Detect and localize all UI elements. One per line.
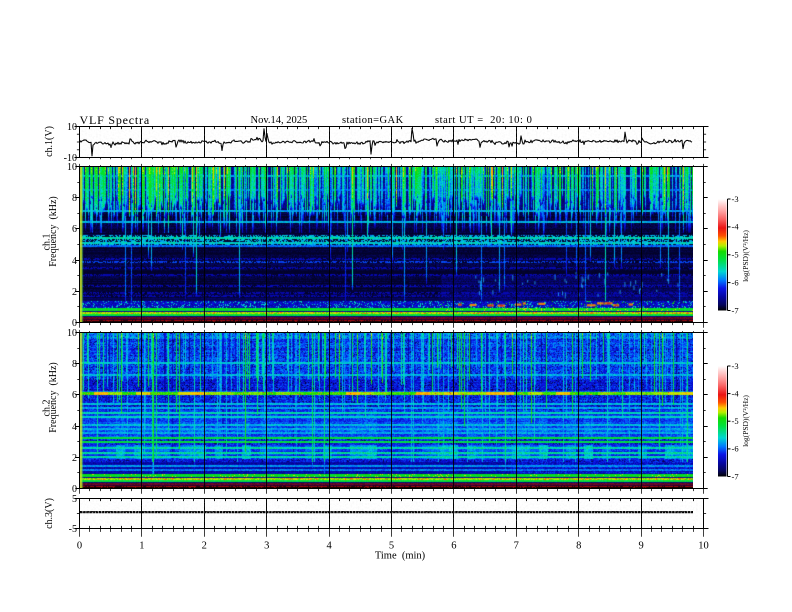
- svg-text:3: 3: [264, 541, 269, 552]
- svg-text:9: 9: [638, 541, 643, 552]
- svg-text:ch.1(V): ch.1(V): [44, 126, 55, 157]
- svg-text:2: 2: [72, 453, 77, 464]
- svg-text:6: 6: [451, 541, 456, 552]
- svg-text:0: 0: [77, 541, 82, 552]
- svg-text:5: 5: [72, 494, 77, 505]
- svg-text:4: 4: [326, 541, 332, 552]
- svg-text:ch.3(V): ch.3(V): [44, 498, 55, 529]
- svg-text:-6: -6: [732, 444, 739, 454]
- svg-text:8: 8: [72, 193, 77, 204]
- svg-text:2: 2: [202, 541, 207, 552]
- svg-text:2: 2: [72, 287, 77, 298]
- svg-text:8: 8: [576, 541, 581, 552]
- svg-text:Nov.14, 2025: Nov.14, 2025: [251, 115, 308, 126]
- svg-text:-5: -5: [732, 250, 739, 260]
- svg-text:6: 6: [72, 224, 77, 235]
- svg-text:4: 4: [72, 256, 77, 267]
- svg-text:VLF Spectra: VLF Spectra: [80, 113, 150, 127]
- svg-text:start UT = 20: 10: 0: start UT = 20: 10: 0: [435, 115, 532, 126]
- svg-text:-6: -6: [732, 277, 739, 287]
- svg-text:-3: -3: [732, 361, 739, 371]
- svg-text:Frequency (kHz): Frequency (kHz): [48, 196, 59, 267]
- svg-text:Frequency (kHz): Frequency (kHz): [48, 362, 59, 433]
- svg-text:-5: -5: [69, 524, 77, 535]
- svg-text:10: 10: [67, 328, 77, 339]
- svg-text:7: 7: [514, 541, 519, 552]
- svg-text:-4: -4: [732, 388, 740, 398]
- svg-text:4: 4: [72, 422, 77, 433]
- svg-text:-4: -4: [732, 222, 740, 232]
- svg-text:-7: -7: [732, 471, 739, 481]
- svg-text:log(PSD)(V²/Hz): log(PSD)(V²/Hz): [741, 395, 750, 447]
- svg-text:station=GAK: station=GAK: [342, 115, 404, 126]
- svg-text:log(PSD)(V²/Hz): log(PSD)(V²/Hz): [741, 230, 750, 282]
- svg-text:Time (min): Time (min): [375, 550, 426, 561]
- svg-text:-3: -3: [732, 194, 739, 204]
- svg-text:1: 1: [139, 541, 144, 552]
- svg-text:-7: -7: [732, 305, 739, 315]
- svg-text:8: 8: [72, 359, 77, 370]
- svg-text:6: 6: [72, 390, 77, 401]
- svg-text:-5: -5: [732, 416, 739, 426]
- svg-text:10: 10: [698, 541, 709, 552]
- svg-text:10: 10: [67, 122, 77, 133]
- svg-text:10: 10: [67, 162, 77, 173]
